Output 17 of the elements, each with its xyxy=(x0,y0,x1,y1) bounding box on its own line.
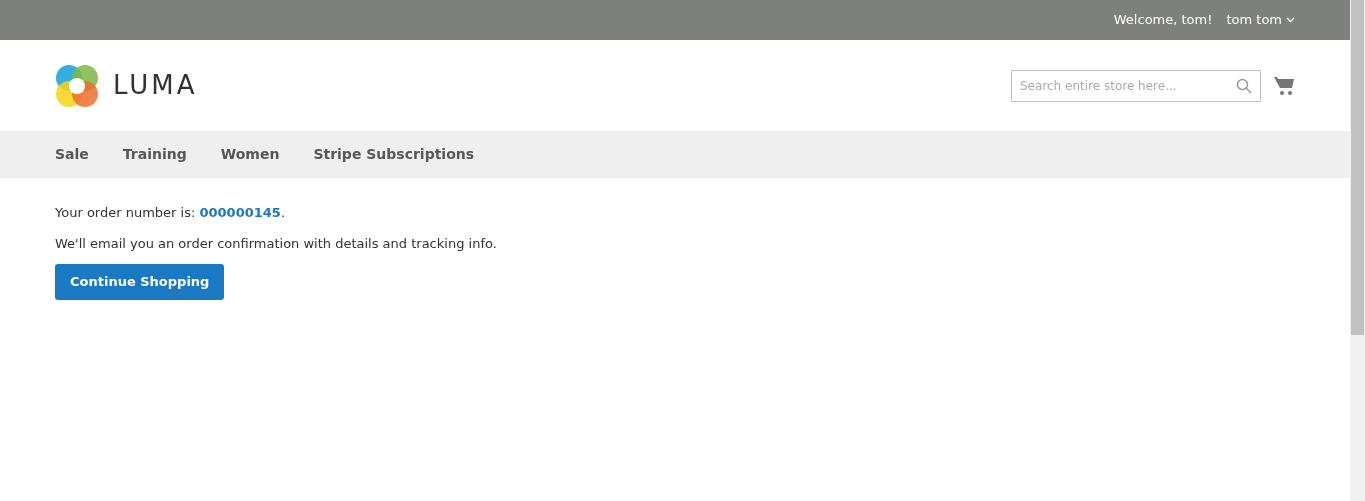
search-icon xyxy=(1236,77,1252,94)
continue-shopping-button[interactable]: Continue Shopping xyxy=(55,264,225,300)
nav-link[interactable]: Training xyxy=(122,144,187,165)
welcome-text: Welcome, tom! xyxy=(1113,11,1213,30)
logo-icon xyxy=(55,63,99,108)
caret-icon xyxy=(1286,17,1295,23)
order-number-text: Your order number is: 000000145. xyxy=(55,204,285,222)
search-field[interactable]: Search entire store here... xyxy=(1011,69,1261,102)
confirmation-text: We'll email you an order confirmation with details and tracking info. xyxy=(55,234,497,253)
logo-text: LUMA xyxy=(113,69,198,102)
scrollbar[interactable] xyxy=(1350,0,1365,501)
nav-link[interactable]: Stripe Subscriptions xyxy=(313,144,475,165)
nav-link[interactable]: Sale xyxy=(55,144,89,165)
nav-link[interactable]: Women xyxy=(220,144,280,165)
account-menu[interactable]: tom tom xyxy=(1226,10,1295,30)
cart-icon[interactable] xyxy=(1273,75,1295,96)
order-number-link[interactable]: 000000145 xyxy=(199,205,281,220)
